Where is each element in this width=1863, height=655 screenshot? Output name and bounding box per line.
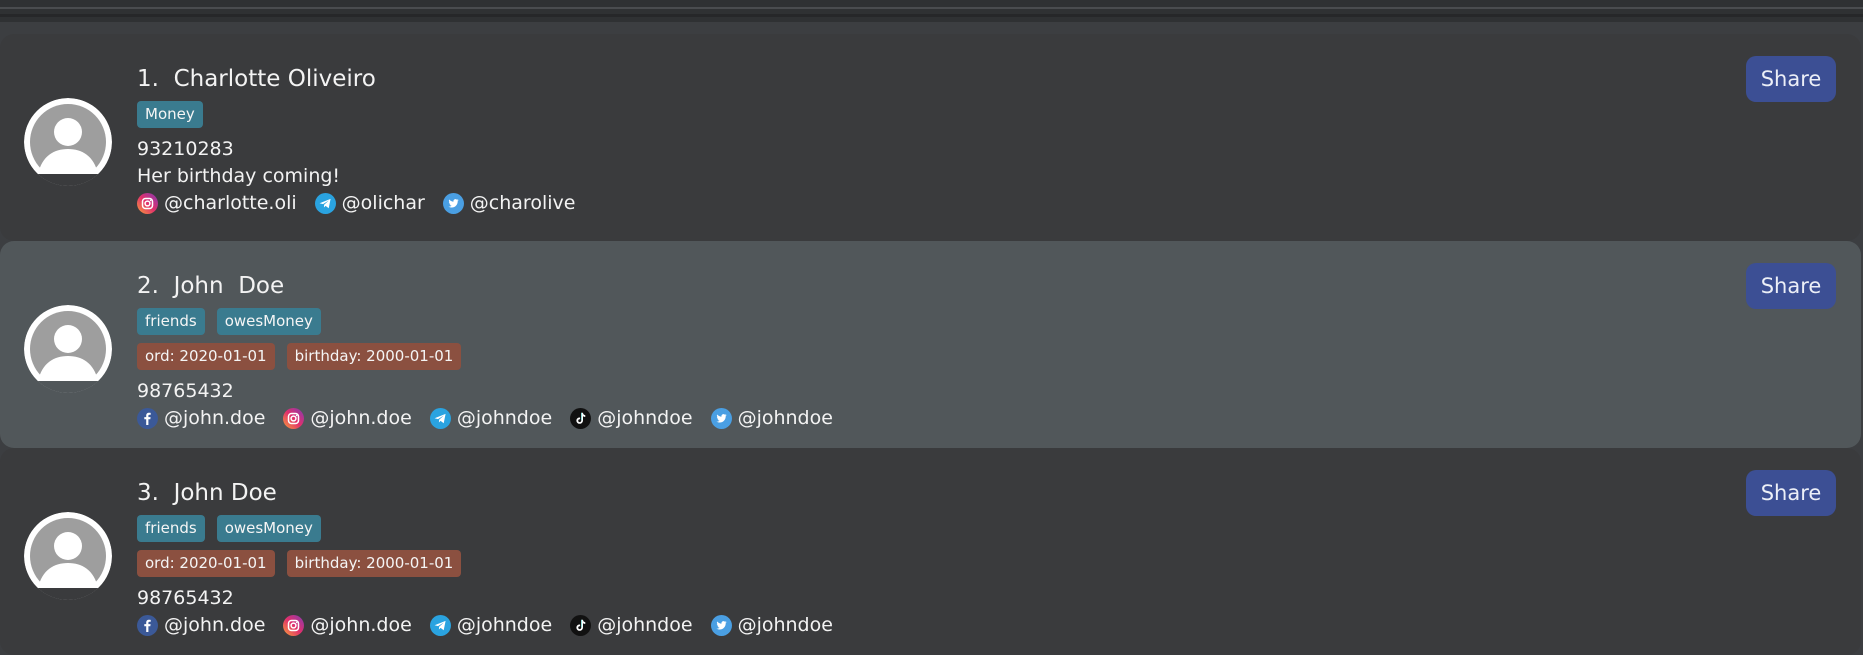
social-handle: @john.doe [283,405,412,432]
social-handle-text: @johndoe [597,614,693,636]
date-chip: birthday: 2000-01-01 [286,550,462,577]
instagram-icon [283,408,305,429]
share-button[interactable]: Share [1746,263,1836,309]
social-handle-text: @john.doe [310,614,412,636]
social-handle: @john.doe [137,612,265,639]
instagram-icon [137,193,158,214]
twitter-icon [710,615,732,636]
person-card[interactable]: 2. John Doe friends owesMoney ord: 2020-01-… [0,241,1861,448]
person-name-row: 3. John Doe [137,478,1861,508]
person-name-row: 1. Charlotte Oliveiro [137,64,1861,94]
facebook-icon [137,408,158,429]
telegram-icon [314,193,336,214]
twitter-icon [442,193,464,214]
social-handles: @charlotte.oli @olichar @charolive [137,190,1861,217]
avatar [24,98,112,186]
social-handle: @charolive [442,190,576,217]
social-handle: @charlotte.oli [137,190,297,217]
phone-number: 98765432 [137,587,234,609]
person-details: 3. John Doe friends owesMoney ord: 2020-01-… [137,478,1861,639]
social-handle-text: @olichar [341,192,425,214]
social-handle-text: @john.doe [164,407,266,429]
date-list: ord: 2020-01-01 birthday: 2000-01-01 [137,550,1861,577]
facebook-icon [137,615,158,636]
social-handle: @olichar [314,190,425,217]
person-index: 2. [137,273,159,299]
tag-chip: friends [137,515,205,542]
date-chip: birthday: 2000-01-01 [286,343,462,370]
tag-chip: owesMoney [216,308,321,335]
avatar [24,305,112,393]
social-handle-text: @johndoe [597,407,693,429]
date-chip: ord: 2020-01-01 [137,550,275,577]
phone-number: 93210283 [137,138,234,160]
person-card[interactable]: 3. John Doe friends owesMoney ord: 2020-01-… [0,448,1861,655]
social-handle-text: @johndoe [737,614,833,636]
tag-list: Money [137,101,1861,128]
tiktok-icon [570,408,592,429]
tag-list: friends owesMoney [137,515,1861,542]
person-name: Charlotte Oliveiro [173,66,376,92]
twitter-icon [710,408,732,429]
social-handle: @johndoe [429,612,553,639]
person-name-row: 2. John Doe [137,271,1861,301]
social-handle: @johndoe [429,405,553,432]
instagram-icon [283,615,305,636]
social-handle: @johndoe [710,612,833,639]
share-button[interactable]: Share [1746,56,1836,102]
person-list[interactable]: 1. Charlotte Oliveiro Money 93210283 Her bi… [0,34,1863,655]
date-list: ord: 2020-01-01 birthday: 2000-01-01 [137,343,1861,370]
top-divider [0,7,1863,9]
social-handle-text: @johndoe [456,614,553,636]
person-details: 2. John Doe friends owesMoney ord: 2020-01-… [137,271,1861,432]
person-name: John Doe [173,480,277,506]
person-details: 1. Charlotte Oliveiro Money 93210283 Her bi… [137,64,1861,217]
social-handles: @john.doe @john.doe @johndoe @johndoe @johnd… [137,405,1861,432]
tag-chip: Money [137,101,203,128]
person-card[interactable]: 1. Charlotte Oliveiro Money 93210283 Her bi… [0,34,1861,241]
share-button[interactable]: Share [1746,470,1836,516]
telegram-icon [429,615,451,636]
tag-chip: friends [137,308,205,335]
social-handle-text: @john.doe [310,407,412,429]
social-handle: @johndoe [570,405,693,432]
social-handle: @john.doe [137,405,265,432]
person-index: 3. [137,480,159,506]
phone-number: 98765432 [137,380,234,402]
social-handle-text: @charlotte.oli [164,192,297,214]
avatar [24,512,112,600]
social-handles: @john.doe @john.doe @johndoe @johndoe @johnd… [137,612,1861,639]
date-chip: ord: 2020-01-01 [137,343,275,370]
social-handle: @johndoe [710,405,833,432]
person-name: John Doe [173,273,285,299]
tag-chip: owesMoney [216,515,321,542]
remark: Her birthday coming! [137,165,341,187]
social-handle-text: @johndoe [737,407,833,429]
social-handle: @john.doe [283,612,412,639]
social-handle-text: @johndoe [456,407,553,429]
tiktok-icon [570,615,592,636]
window-top-bar [0,0,1863,22]
social-handle-text: @john.doe [164,614,266,636]
telegram-icon [429,408,451,429]
social-handle-text: @charolive [469,192,576,214]
social-handle: @johndoe [570,612,693,639]
person-index: 1. [137,66,159,92]
tag-list: friends owesMoney [137,308,1861,335]
top-divider-shadow [0,14,1863,17]
